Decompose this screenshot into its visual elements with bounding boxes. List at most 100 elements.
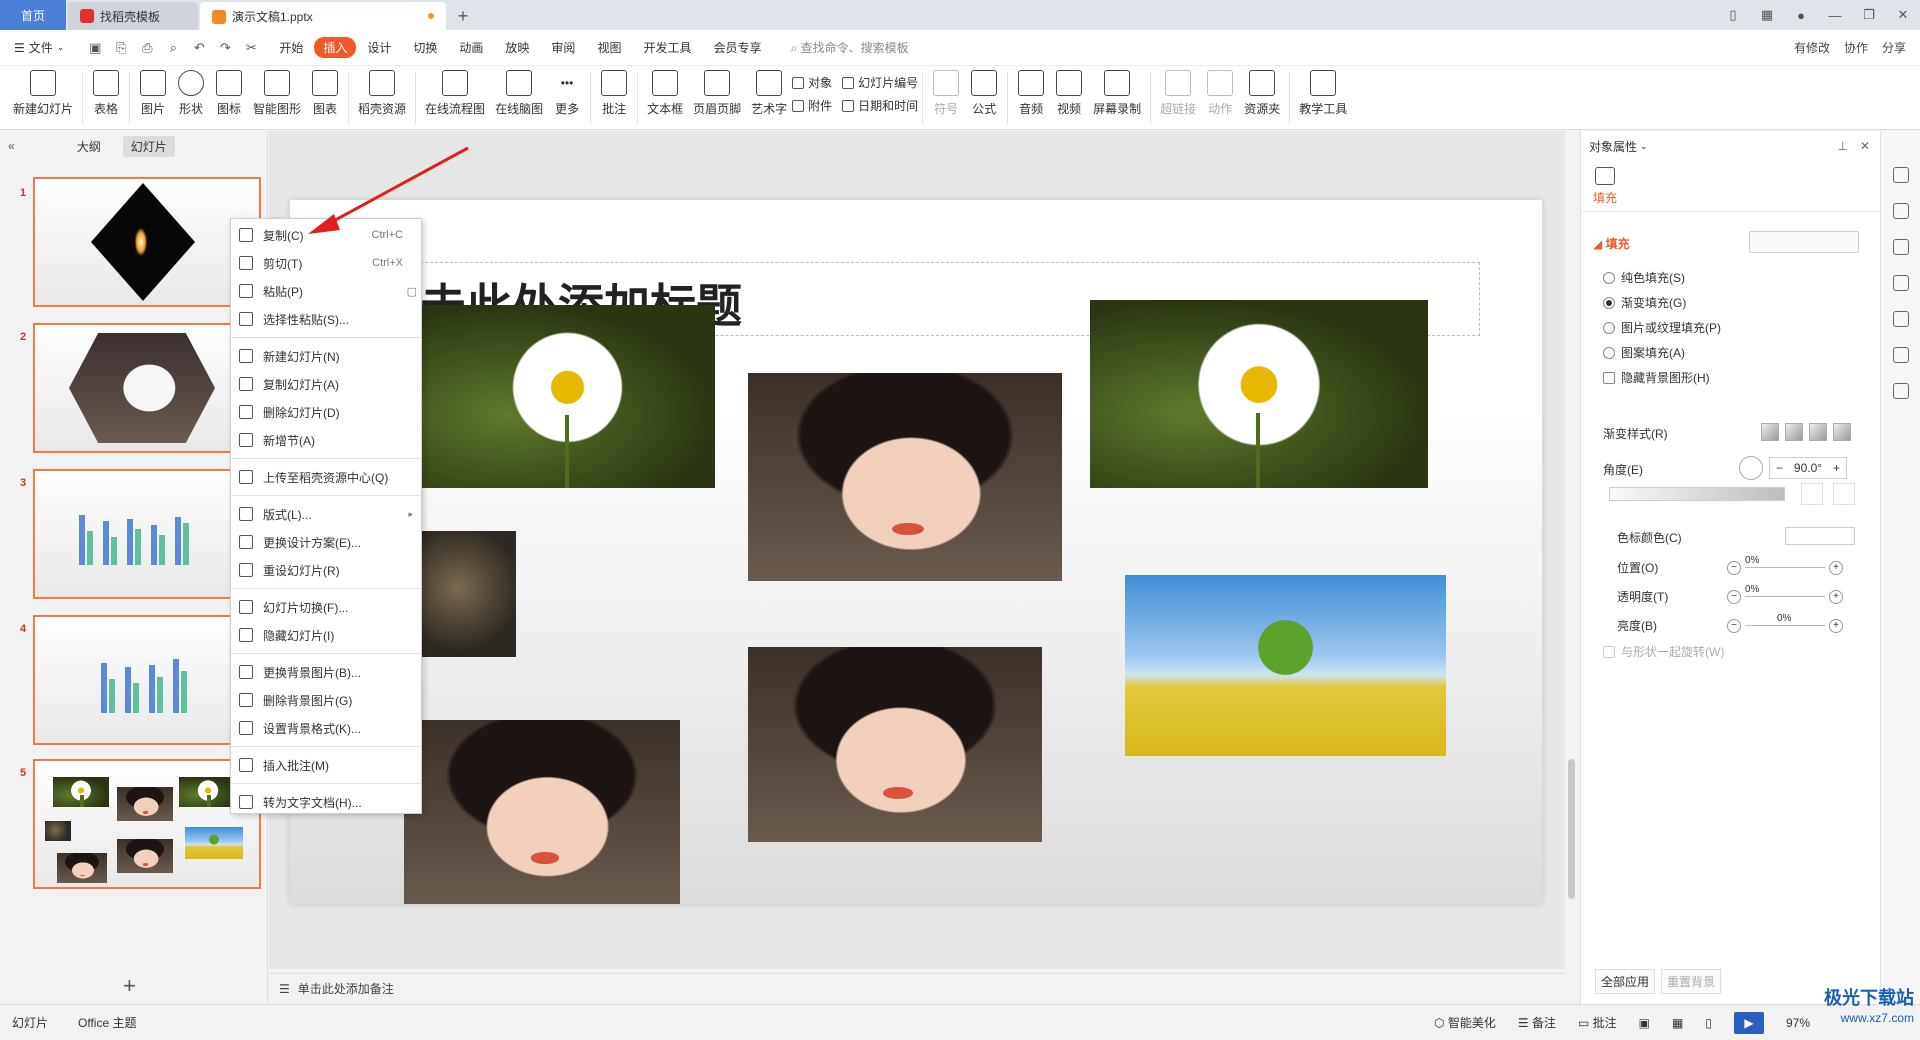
menu-item-transition[interactable]: 幻灯片切换(F)... — [231, 593, 421, 621]
daisy-image[interactable] — [1090, 300, 1428, 488]
slide-thumbnail-1[interactable] — [33, 177, 261, 307]
portrait-image[interactable] — [404, 720, 680, 904]
menu-item-new-slide[interactable]: 新建幻灯片(N) — [231, 342, 421, 370]
shape-button[interactable]: 形状 — [172, 66, 210, 117]
daisy-image[interactable] — [420, 305, 715, 488]
scroll-thumb[interactable] — [1568, 759, 1575, 899]
menu-item-upload[interactable]: 上传至稻壳资源中心(Q) — [231, 463, 421, 491]
vertical-scrollbar[interactable] — [1565, 131, 1579, 969]
gradient-bar[interactable] — [1609, 487, 1785, 501]
portrait-image[interactable] — [748, 373, 1062, 581]
smartart-button[interactable]: 智能图形 — [248, 66, 306, 117]
menu-tab-insert[interactable]: 插入 — [314, 37, 357, 58]
plus-icon[interactable]: + — [1829, 560, 1843, 575]
menu-item-paste-special[interactable]: 选择性粘贴(S)... — [231, 305, 421, 333]
screen-record-button[interactable]: 屏幕录制 — [1088, 66, 1146, 117]
minus-icon[interactable]: − — [1776, 461, 1783, 475]
reading-view-icon[interactable]: ▯ — [1705, 1016, 1712, 1030]
menu-tab-animation[interactable]: 动画 — [448, 39, 494, 56]
add-stop-icon[interactable] — [1801, 483, 1823, 505]
flowchart-button[interactable]: 在线流程图 — [420, 66, 490, 117]
stop-color-dropdown[interactable] — [1785, 527, 1855, 545]
video-button[interactable]: 视频 — [1050, 66, 1088, 117]
gradient-rect-option[interactable] — [1809, 423, 1827, 441]
position-slider[interactable]: 位置(O) − 0% + — [1617, 555, 1857, 576]
menu-tab-member[interactable]: 会员专享 — [702, 39, 772, 56]
minus-icon[interactable]: − — [1727, 618, 1741, 633]
pattern-fill-radio[interactable]: 图案填充(A) — [1603, 344, 1685, 361]
fill-color-dropdown[interactable] — [1749, 231, 1859, 253]
pin-icon[interactable]: ⊥ — [1837, 139, 1847, 153]
reset-background-button[interactable]: 重置背景 — [1661, 969, 1722, 994]
slide-thumbnail-2[interactable] — [33, 323, 261, 453]
resource-folder-button[interactable]: 资源夹 — [1239, 66, 1285, 117]
comment-button[interactable]: 批注 — [595, 66, 633, 117]
formula-button[interactable]: 公式 — [965, 66, 1003, 117]
smart-beautify-button[interactable]: ⬡ 智能美化 — [1434, 1014, 1496, 1031]
normal-view-icon[interactable]: ▣ — [1639, 1016, 1650, 1030]
remove-stop-icon[interactable] — [1833, 483, 1855, 505]
slider-track[interactable]: 0% — [1745, 555, 1825, 568]
menu-item-layout[interactable]: 版式(L)... ▸ — [231, 500, 421, 528]
chart-button[interactable]: 图表 — [306, 66, 344, 117]
minimize-icon[interactable]: — — [1818, 8, 1852, 23]
restore-icon[interactable]: ❐ — [1852, 7, 1886, 23]
slider-track[interactable]: 0% — [1745, 584, 1825, 597]
location-icon[interactable] — [1893, 347, 1909, 363]
file-menu[interactable]: ☰ 文件 ⌄ — [0, 39, 78, 56]
notes-bar[interactable]: ☰ 单击此处添加备注 — [269, 973, 1565, 1003]
slider-track[interactable]: 0% — [1745, 613, 1825, 626]
menu-tab-slideshow[interactable]: 放映 — [494, 39, 540, 56]
menu-item-change-design[interactable]: 更换设计方案(E)... — [231, 528, 421, 556]
zoom-value[interactable]: 97% — [1786, 1016, 1810, 1030]
share-button[interactable]: 分享 — [1882, 39, 1906, 56]
teaching-tools-button[interactable]: 教学工具 — [1294, 66, 1352, 117]
gradient-linear-option[interactable] — [1761, 423, 1779, 441]
fill-section-header[interactable]: ◢ 填充 — [1593, 235, 1630, 252]
tab-document[interactable]: 演示文稿1.pptx — [200, 2, 446, 30]
menu-tab-view[interactable]: 视图 — [586, 39, 632, 56]
plus-icon[interactable]: + — [1829, 618, 1843, 633]
save-icon[interactable]: ▣ — [86, 40, 104, 56]
apply-all-button[interactable]: 全部应用 — [1595, 969, 1656, 994]
new-tab-button[interactable]: + — [448, 2, 478, 30]
play-button[interactable]: ▶ — [1733, 1011, 1764, 1034]
docer-resource-button[interactable]: 稻壳资源 — [353, 66, 411, 117]
menu-item-change-bg[interactable]: 更换背景图片(B)... — [231, 658, 421, 686]
tab-outline[interactable]: 大纲 — [69, 136, 109, 157]
solid-fill-radio[interactable]: 纯色填充(S) — [1603, 269, 1685, 286]
close-icon[interactable]: ✕ — [1860, 139, 1870, 153]
dark-image[interactable] — [420, 531, 516, 657]
rotate-with-shape-checkbox[interactable]: 与形状一起旋转(W) — [1603, 643, 1724, 660]
menu-item-reset-slide[interactable]: 重设幻灯片(R) — [231, 556, 421, 584]
date-time-button[interactable]: 日期和时间 — [842, 97, 918, 114]
picture-fill-radio[interactable]: 图片或纹理填充(P) — [1603, 319, 1721, 336]
redo-icon[interactable]: ↷ — [216, 40, 234, 56]
menu-item-to-document[interactable]: 转为文字文档(H)... — [231, 788, 421, 816]
grid-view-icon[interactable]: ▦ — [1672, 1016, 1683, 1030]
command-search[interactable]: ⌕ 查找命令、搜索模板 — [790, 39, 908, 56]
table-button[interactable]: 表格 — [87, 66, 125, 117]
slide-number-button[interactable]: 幻灯片编号 — [842, 74, 918, 91]
wordart-button[interactable]: 艺术字 — [746, 66, 792, 117]
preview-icon[interactable]: ⌕ — [164, 40, 182, 56]
animation-icon[interactable] — [1893, 239, 1909, 255]
action-button[interactable]: 动作 — [1201, 66, 1239, 117]
attachment-button[interactable]: 附件 — [792, 97, 832, 114]
slide-thumbnail-5[interactable] — [33, 759, 261, 889]
menu-item-new-section[interactable]: 新增节(A) — [231, 426, 421, 454]
hide-bg-graphics-checkbox[interactable]: 隐藏背景图形(H) — [1603, 369, 1710, 386]
brightness-slider[interactable]: 亮度(B) − 0% + — [1617, 613, 1857, 634]
menu-item-cut[interactable]: 剪切(T) Ctrl+X — [231, 249, 421, 277]
transparency-slider[interactable]: 透明度(T) − 0% + — [1617, 584, 1857, 605]
tab-slides[interactable]: 幻灯片 — [122, 135, 175, 157]
menu-item-delete-slide[interactable]: 删除幻灯片(D) — [231, 398, 421, 426]
field-image[interactable] — [1125, 575, 1446, 756]
book-icon[interactable] — [1893, 383, 1909, 399]
undo-icon[interactable]: ↶ — [190, 40, 208, 56]
object-button[interactable]: 对象 — [792, 74, 832, 91]
layout-icon[interactable]: ▯ — [1716, 7, 1750, 23]
portrait-image[interactable] — [748, 647, 1042, 842]
menu-tab-start[interactable]: 开始 — [268, 39, 314, 56]
hyperlink-button[interactable]: 超链接 — [1155, 66, 1201, 117]
